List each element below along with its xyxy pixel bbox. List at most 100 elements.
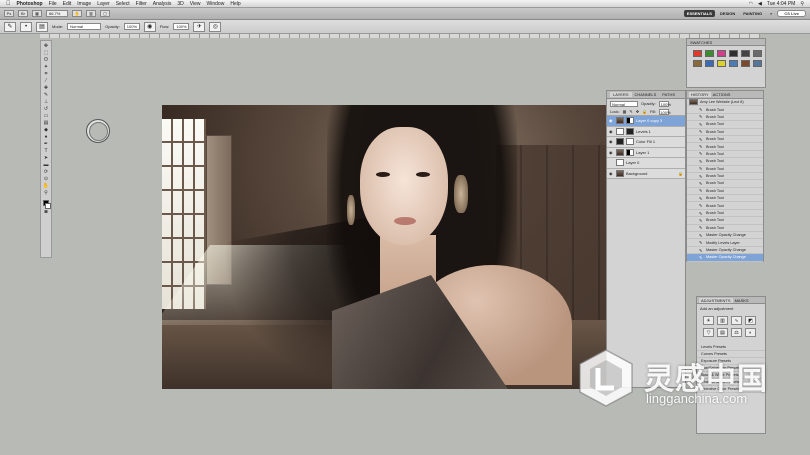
hue-saturation-icon[interactable]: ▤: [717, 328, 728, 337]
history-state[interactable]: ✎ Brush Tool: [687, 173, 763, 181]
crop-tool-icon[interactable]: ⌗: [42, 71, 51, 78]
history-state[interactable]: ✎ Brush Tool: [687, 166, 763, 173]
layer-row[interactable]: ◉ Layer 0 copy 3: [607, 116, 685, 127]
menu-analysis[interactable]: Analysis: [153, 1, 172, 7]
history-state[interactable]: ✎ Master Opacity Change: [687, 247, 763, 255]
path-select-tool-icon[interactable]: ➤: [42, 155, 51, 162]
eraser-tool-icon[interactable]: ▭: [42, 113, 51, 120]
menu-help[interactable]: Help: [230, 1, 240, 7]
history-brush-tool-icon[interactable]: ↺: [42, 106, 51, 113]
swatch[interactable]: [717, 50, 726, 57]
brush-panel-toggle-icon[interactable]: ▤: [36, 21, 48, 32]
dodge-tool-icon[interactable]: ●: [42, 134, 51, 141]
tab-channels[interactable]: CHANNELS: [632, 92, 660, 97]
swatch[interactable]: [753, 50, 762, 57]
history-state[interactable]: ✎ Brush Tool: [687, 225, 763, 233]
flow-field[interactable]: 100%: [173, 23, 190, 30]
history-state[interactable]: ✎ Modify Levels Layer: [687, 239, 763, 247]
lock-all-icon[interactable]: 🔒: [642, 109, 647, 114]
type-tool-icon[interactable]: T: [42, 148, 51, 155]
layer-row[interactable]: ◉ Color Fill 1: [607, 137, 685, 148]
clone-stamp-tool-icon[interactable]: ⊥: [42, 99, 51, 106]
menu-file[interactable]: File: [49, 1, 57, 7]
volume-icon[interactable]: ◀: [758, 1, 762, 7]
wifi-icon[interactable]: ◠: [749, 1, 753, 7]
tab-masks[interactable]: MASKS: [733, 298, 751, 303]
history-state[interactable]: ✎ Brush Tool: [687, 180, 763, 188]
history-state[interactable]: ✎ Brush Tool: [687, 202, 763, 210]
layer-mask-thumbnail[interactable]: [626, 148, 634, 156]
gradient-tool-icon[interactable]: ▤: [42, 120, 51, 127]
quick-select-tool-icon[interactable]: ✦: [42, 64, 51, 71]
exposure-icon[interactable]: ◩: [745, 316, 756, 325]
arrange-documents-button[interactable]: ▥: [86, 10, 96, 17]
spotlight-icon[interactable]: ⚲: [800, 1, 804, 7]
quick-mask-icon[interactable]: ◙: [42, 209, 51, 216]
history-state[interactable]: ✎ Brush Tool: [687, 158, 763, 166]
cs-live-button[interactable]: CS Live: [777, 10, 806, 17]
move-tool-icon[interactable]: ✥: [42, 43, 51, 50]
swatch[interactable]: [729, 50, 738, 57]
layer-mask-thumbnail[interactable]: [626, 127, 634, 135]
swatch[interactable]: [741, 50, 750, 57]
history-state[interactable]: ✎ Brush Tool: [687, 106, 763, 114]
tab-history[interactable]: HISTORY: [689, 92, 711, 97]
tab-adjustments[interactable]: ADJUSTMENTS: [699, 297, 733, 303]
menu-3d[interactable]: 3D: [177, 1, 183, 7]
blur-tool-icon[interactable]: ◆: [42, 127, 51, 134]
hand-tool-icon[interactable]: ✋: [42, 183, 51, 190]
menu-layer[interactable]: Layer: [97, 1, 110, 7]
history-state[interactable]: ✎ Brush Tool: [687, 217, 763, 225]
clock[interactable]: Tue 4:04 PM: [767, 1, 795, 7]
menu-image[interactable]: Image: [77, 1, 91, 7]
shape-tool-icon[interactable]: ▬: [42, 162, 51, 169]
pen-tool-icon[interactable]: ✒: [42, 141, 51, 148]
marquee-tool-icon[interactable]: ⬚: [42, 50, 51, 57]
workspace-more-button[interactable]: »: [767, 10, 775, 17]
layer-row[interactable]: ◉ Background 🔒: [607, 168, 685, 179]
pressure-opacity-icon[interactable]: ◉: [143, 21, 156, 32]
lock-position-icon[interactable]: ✥: [636, 109, 639, 114]
lock-transparency-icon[interactable]: ▦: [623, 109, 627, 114]
menu-edit[interactable]: Edit: [63, 1, 72, 7]
menu-window[interactable]: Window: [207, 1, 225, 7]
layer-row[interactable]: ◉ Layer 1: [607, 147, 685, 158]
history-state[interactable]: ✎ Brush Tool: [687, 143, 763, 151]
visibility-eye-icon[interactable]: ◉: [609, 118, 614, 123]
history-state[interactable]: ✎ Brush Tool: [687, 195, 763, 203]
history-state[interactable]: ✎ Brush Tool: [687, 188, 763, 196]
color-balance-icon[interactable]: ⚖: [731, 328, 742, 337]
layer-row[interactable]: ◉ Levels 1: [607, 126, 685, 137]
vibrance-icon[interactable]: ▽: [703, 328, 714, 337]
zoom-tool-icon[interactable]: ⚲: [42, 190, 51, 197]
brightness-contrast-icon[interactable]: ☀: [703, 316, 714, 325]
visibility-eye-icon[interactable]: ◉: [609, 129, 614, 134]
view-extras-button[interactable]: ▦: [32, 10, 42, 17]
workspace-painting[interactable]: PAINTING: [740, 10, 765, 17]
lasso-tool-icon[interactable]: ʘ: [42, 57, 51, 64]
menu-filter[interactable]: Filter: [136, 1, 147, 7]
menu-select[interactable]: Select: [116, 1, 130, 7]
visibility-eye-icon[interactable]: ◉: [609, 171, 614, 176]
pressure-size-icon[interactable]: ◎: [209, 21, 222, 32]
workspace-design[interactable]: DESIGN: [717, 10, 738, 17]
3d-rotate-tool-icon[interactable]: ⟳: [42, 169, 51, 176]
layer-mask-thumbnail[interactable]: [626, 138, 634, 146]
bridge-button[interactable]: Br: [18, 10, 28, 17]
swatch[interactable]: [729, 60, 738, 67]
history-state[interactable]: ✎ Brush Tool: [687, 129, 763, 136]
layer-opacity-field[interactable]: 100%: [658, 100, 671, 107]
tab-paths[interactable]: PATHS: [659, 92, 678, 97]
hand-tool-button[interactable]: ✋: [72, 10, 82, 17]
apple-menu-icon[interactable]: : [6, 1, 11, 7]
layer-row[interactable]: Layer 0: [607, 158, 685, 169]
opacity-field[interactable]: 100%: [123, 23, 140, 30]
screen-mode-button[interactable]: ▢: [100, 10, 110, 17]
swatch[interactable]: [717, 60, 726, 67]
app-menu[interactable]: Photoshop: [17, 1, 43, 7]
airbrush-icon[interactable]: ✈: [193, 21, 206, 32]
history-state[interactable]: ✎ Master Opacity Change: [687, 254, 763, 262]
eyedropper-tool-icon[interactable]: ⁄: [42, 78, 51, 85]
healing-brush-tool-icon[interactable]: ✚: [42, 85, 51, 92]
tab-layers[interactable]: LAYERS: [610, 92, 632, 97]
